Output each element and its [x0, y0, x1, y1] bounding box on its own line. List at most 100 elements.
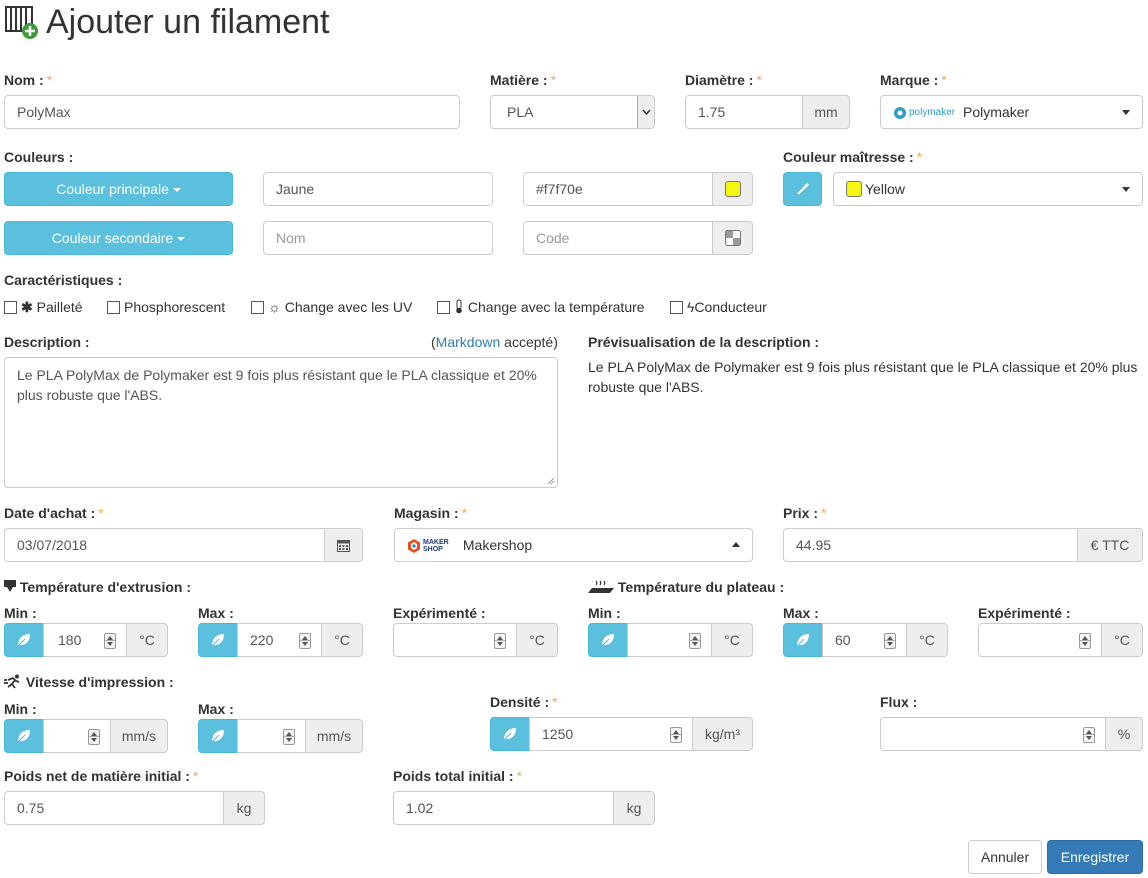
- flux-input[interactable]: [880, 717, 1106, 751]
- plateau-exp-label: Expérimenté :: [978, 605, 1071, 621]
- couleur-maitresse-select[interactable]: Yellow: [833, 172, 1143, 206]
- resize-handle-icon[interactable]: [547, 477, 555, 485]
- magasin-label: Magasin : *: [394, 505, 468, 521]
- extrusion-exp-input[interactable]: [393, 623, 517, 657]
- diametre-input[interactable]: 1.75: [685, 95, 803, 129]
- description-preview: Le PLA PolyMax de Polymaker est 9 fois p…: [588, 359, 1138, 395]
- diametre-unit: mm: [802, 95, 850, 129]
- asterisk-icon: ✱: [21, 299, 33, 315]
- magasin-select[interactable]: MAKER SHOP Makershop: [394, 528, 753, 562]
- save-button[interactable]: Enregistrer: [1047, 840, 1143, 874]
- marque-label: Marque : *: [880, 72, 947, 88]
- spinner-icon[interactable]: [884, 633, 896, 649]
- eco-toggle-button[interactable]: [4, 719, 44, 753]
- plateau-min-label: Min :: [588, 605, 621, 621]
- couleur-secondaire-button[interactable]: Couleur secondaire: [4, 221, 233, 255]
- matiere-select[interactable]: PLA: [490, 95, 655, 129]
- diametre-label: Diamètre : *: [685, 72, 762, 88]
- chevron-down-icon: [1122, 110, 1130, 115]
- prix-input[interactable]: 44.95: [783, 528, 1078, 562]
- plateau-exp-input[interactable]: [978, 623, 1102, 657]
- polymaker-logo-icon: polymaker: [893, 97, 955, 129]
- magic-wand-button[interactable]: [783, 172, 822, 206]
- extrusion-max-input[interactable]: 220: [237, 623, 322, 657]
- spinner-icon[interactable]: [104, 633, 116, 649]
- spinner-icon[interactable]: [283, 729, 295, 745]
- spinner-icon[interactable]: [670, 727, 682, 743]
- spinner-icon[interactable]: [494, 633, 506, 649]
- marque-select[interactable]: polymaker Polymaker: [880, 95, 1143, 129]
- transparent-swatch[interactable]: [712, 221, 753, 255]
- nom-input[interactable]: PolyMax: [4, 95, 460, 129]
- extrusion-exp-group: °C: [393, 623, 558, 657]
- eco-toggle-button[interactable]: [490, 717, 530, 751]
- poids-total-unit: kg: [613, 791, 655, 825]
- plateau-exp-unit: °C: [1101, 623, 1143, 657]
- spinner-icon[interactable]: [299, 633, 311, 649]
- description-textarea[interactable]: Le PLA PolyMax de Polymaker est 9 fois p…: [4, 357, 558, 488]
- plateau-max-group: 60 °C: [783, 623, 948, 657]
- phosphorescent-checkbox[interactable]: Phosphorescent: [107, 299, 225, 315]
- densite-label: Densité : *: [490, 694, 558, 710]
- leaf-icon: [503, 728, 516, 741]
- densite-group: 1250 kg/m³: [490, 717, 753, 751]
- couleur-secondaire-code-input[interactable]: Code: [523, 221, 713, 255]
- vitesse-max-group: mm/s: [198, 719, 363, 753]
- pailleté-checkbox[interactable]: ✱ Pailleté: [4, 299, 83, 316]
- leaf-icon: [17, 730, 30, 743]
- conducteur-checkbox[interactable]: ϟConducteur: [670, 299, 767, 315]
- running-icon: [4, 674, 20, 689]
- calendar-button[interactable]: [324, 528, 363, 562]
- vitesse-min-input[interactable]: [43, 719, 111, 753]
- magasin-value: Makershop: [462, 537, 533, 553]
- extrusion-min-unit: °C: [126, 623, 168, 657]
- uv-checkbox[interactable]: ☼ Change avec les UV: [251, 299, 412, 315]
- spinner-icon[interactable]: [1083, 727, 1095, 743]
- eco-toggle-button[interactable]: [4, 623, 44, 657]
- poids-total-input[interactable]: 1.02: [393, 791, 614, 825]
- extrusion-exp-unit: °C: [516, 623, 558, 657]
- couleur-principale-code-input[interactable]: #f7f70e: [523, 172, 713, 206]
- flux-label: Flux :: [880, 694, 918, 710]
- vitesse-max-unit: mm/s: [305, 719, 363, 753]
- flux-unit: %: [1105, 717, 1143, 751]
- color-swatch[interactable]: [712, 172, 753, 206]
- thermometer-icon: [456, 299, 462, 314]
- extrusion-max-unit: °C: [321, 623, 363, 657]
- couleur-secondaire-name-input[interactable]: Nom: [263, 221, 493, 255]
- plateau-max-label: Max :: [783, 605, 819, 621]
- cancel-button[interactable]: Annuler: [968, 840, 1042, 874]
- eco-toggle-button[interactable]: [588, 623, 628, 657]
- caracteristiques-label: Caractéristiques :: [4, 272, 123, 288]
- densite-input[interactable]: 1250: [529, 717, 693, 751]
- spinner-icon[interactable]: [88, 729, 100, 745]
- couleur-principale-name-input[interactable]: Jaune: [263, 172, 493, 206]
- vitesse-min-label: Min :: [4, 701, 37, 717]
- temperature-checkbox[interactable]: Change avec la température: [437, 299, 645, 315]
- extrusion-min-input[interactable]: 180: [43, 623, 127, 657]
- eco-toggle-button[interactable]: [783, 623, 823, 657]
- date-achat-input[interactable]: 03/07/2018: [4, 528, 325, 562]
- markdown-link[interactable]: Markdown: [436, 334, 501, 350]
- marque-value: Polymaker: [963, 104, 1030, 120]
- poids-net-label: Poids net de matière initial : *: [4, 768, 199, 784]
- magic-wand-icon: [796, 182, 810, 195]
- couleur-principale-button[interactable]: Couleur principale: [4, 172, 233, 206]
- matiere-value: PLA: [507, 104, 534, 120]
- extrusion-min-group: 180 °C: [4, 623, 168, 657]
- leaf-icon: [796, 634, 809, 647]
- date-achat-label: Date d'achat : *: [4, 505, 104, 521]
- eco-toggle-button[interactable]: [198, 623, 238, 657]
- chevron-up-icon: [732, 542, 740, 547]
- plateau-min-input[interactable]: [627, 623, 712, 657]
- vitesse-max-input[interactable]: [237, 719, 306, 753]
- poids-net-input[interactable]: 0.75: [4, 791, 224, 825]
- spinner-icon[interactable]: [1079, 633, 1091, 649]
- sun-icon: ☼: [268, 299, 281, 315]
- vitesse-max-label: Max :: [198, 701, 234, 717]
- plateau-max-input[interactable]: 60: [822, 623, 907, 657]
- eco-toggle-button[interactable]: [198, 719, 238, 753]
- spinner-icon[interactable]: [689, 633, 701, 649]
- couleurs-label: Couleurs :: [4, 149, 74, 165]
- prix-label: Prix : *: [783, 505, 827, 521]
